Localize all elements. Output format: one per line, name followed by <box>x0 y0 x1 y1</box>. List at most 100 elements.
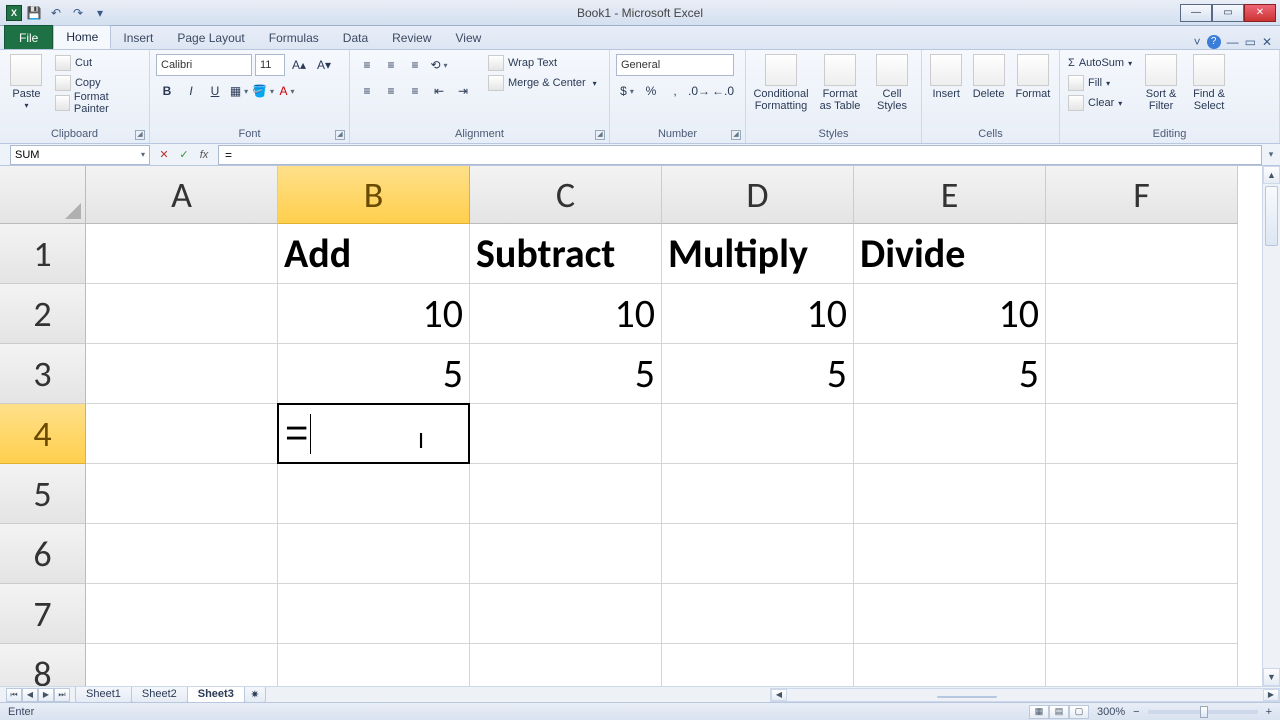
row-header-5[interactable]: 5 <box>0 464 86 524</box>
select-all-button[interactable] <box>0 166 86 224</box>
insert-function-button[interactable]: fx <box>196 147 212 163</box>
clear-button[interactable]: Clear▾ <box>1066 94 1134 112</box>
tab-insert[interactable]: Insert <box>111 27 165 49</box>
increase-font-icon[interactable]: A▴ <box>288 54 310 76</box>
cell-C1[interactable]: Subtract <box>470 224 662 284</box>
bold-button[interactable]: B <box>156 80 178 102</box>
cell-D5[interactable] <box>662 464 854 524</box>
zoom-out-button[interactable]: − <box>1133 706 1139 718</box>
tab-home[interactable]: Home <box>53 25 111 49</box>
cell-B5[interactable] <box>278 464 470 524</box>
column-header-B[interactable]: B <box>278 166 470 224</box>
align-bottom-icon[interactable]: ≡ <box>404 54 426 76</box>
tab-data[interactable]: Data <box>331 27 380 49</box>
align-center-icon[interactable]: ≡ <box>380 80 402 102</box>
format-as-table-button[interactable]: Format as Table <box>816 54 864 112</box>
cell-A3[interactable] <box>86 344 278 404</box>
percent-button[interactable]: % <box>640 80 662 102</box>
row-headers[interactable]: 12345678 <box>0 224 86 686</box>
find-select-button[interactable]: Find & Select <box>1188 54 1230 112</box>
tab-view[interactable]: View <box>444 27 494 49</box>
align-middle-icon[interactable]: ≡ <box>380 54 402 76</box>
expand-formula-bar-icon[interactable]: ▾ <box>1264 148 1278 162</box>
row-header-6[interactable]: 6 <box>0 524 86 584</box>
save-button[interactable]: 💾 <box>24 3 44 23</box>
cell-C5[interactable] <box>470 464 662 524</box>
cell-D6[interactable] <box>662 524 854 584</box>
normal-view-button[interactable]: ▦ <box>1029 705 1049 719</box>
row-header-1[interactable]: 1 <box>0 224 86 284</box>
tab-formulas[interactable]: Formulas <box>257 27 331 49</box>
font-dialog-launcher[interactable]: ◢ <box>335 130 345 140</box>
formula-input[interactable]: = <box>218 145 1262 165</box>
column-headers[interactable]: ABCDEF <box>86 166 1262 224</box>
cell-F4[interactable] <box>1046 404 1238 464</box>
cell-C8[interactable] <box>470 644 662 686</box>
cell-A1[interactable] <box>86 224 278 284</box>
cell-A7[interactable] <box>86 584 278 644</box>
cell-styles-button[interactable]: Cell Styles <box>870 54 914 112</box>
cell-A6[interactable] <box>86 524 278 584</box>
cell-F1[interactable] <box>1046 224 1238 284</box>
scroll-down-button[interactable]: ▼ <box>1263 668 1280 686</box>
row-header-2[interactable]: 2 <box>0 284 86 344</box>
next-sheet-button[interactable]: ▶ <box>38 688 54 702</box>
column-header-E[interactable]: E <box>854 166 1046 224</box>
cell-F8[interactable] <box>1046 644 1238 686</box>
paste-button[interactable]: Paste▾ <box>6 54 47 111</box>
cell-B7[interactable] <box>278 584 470 644</box>
cell-B1[interactable]: Add <box>278 224 470 284</box>
tab-review[interactable]: Review <box>380 27 443 49</box>
increase-decimal-icon[interactable]: .0→ <box>688 80 710 102</box>
cell-B3[interactable]: 5 <box>278 344 470 404</box>
row-header-4[interactable]: 4 <box>0 404 86 464</box>
cell-grid[interactable]: ABCDEF 12345678 AddSubtractMultiplyDivid… <box>0 166 1262 686</box>
column-header-F[interactable]: F <box>1046 166 1238 224</box>
workbook-close-icon[interactable]: ✕ <box>1262 35 1272 49</box>
cell-C6[interactable] <box>470 524 662 584</box>
vertical-scrollbar[interactable]: ▲ ▼ <box>1262 166 1280 686</box>
column-header-D[interactable]: D <box>662 166 854 224</box>
sheet-tab-sheet1[interactable]: Sheet1 <box>75 687 132 703</box>
conditional-formatting-button[interactable]: Conditional Formatting <box>752 54 810 112</box>
active-cell[interactable]: = <box>277 403 470 464</box>
hscroll-thumb[interactable] <box>937 696 997 698</box>
zoom-level[interactable]: 300% <box>1097 706 1125 718</box>
help-icon[interactable]: ? <box>1207 35 1221 49</box>
cell-D8[interactable] <box>662 644 854 686</box>
cell-B2[interactable]: 10 <box>278 284 470 344</box>
redo-button[interactable]: ↷ <box>68 3 88 23</box>
cell-E5[interactable] <box>854 464 1046 524</box>
align-right-icon[interactable]: ≡ <box>404 80 426 102</box>
cell-F2[interactable] <box>1046 284 1238 344</box>
cell-A4[interactable] <box>86 404 278 464</box>
cell-C2[interactable]: 10 <box>470 284 662 344</box>
cell-B8[interactable] <box>278 644 470 686</box>
tab-file[interactable]: File <box>4 25 53 49</box>
cell-E6[interactable] <box>854 524 1046 584</box>
border-button[interactable]: ▦ <box>228 80 250 102</box>
sheet-tab-sheet3[interactable]: Sheet3 <box>187 687 245 703</box>
customize-qat[interactable]: ▾ <box>90 3 110 23</box>
cell-F3[interactable] <box>1046 344 1238 404</box>
cell-C4[interactable] <box>470 404 662 464</box>
font-name-input[interactable] <box>156 54 252 76</box>
currency-button[interactable]: $ <box>616 80 638 102</box>
format-painter-button[interactable]: Format Painter <box>53 94 143 112</box>
zoom-slider-thumb[interactable] <box>1200 706 1208 718</box>
cell-F7[interactable] <box>1046 584 1238 644</box>
cell-D3[interactable]: 5 <box>662 344 854 404</box>
tab-page-layout[interactable]: Page Layout <box>165 27 256 49</box>
cell-B6[interactable] <box>278 524 470 584</box>
cell-D1[interactable]: Multiply <box>662 224 854 284</box>
zoom-slider[interactable] <box>1148 710 1258 714</box>
decrease-font-icon[interactable]: A▾ <box>313 54 335 76</box>
align-top-icon[interactable]: ≡ <box>356 54 378 76</box>
cell-D2[interactable]: 10 <box>662 284 854 344</box>
row-header-3[interactable]: 3 <box>0 344 86 404</box>
sheet-tab-sheet2[interactable]: Sheet2 <box>131 687 188 703</box>
row-header-8[interactable]: 8 <box>0 644 86 686</box>
horizontal-scrollbar[interactable]: ◀ ▶ <box>770 688 1280 702</box>
italic-button[interactable]: I <box>180 80 202 102</box>
cell-A5[interactable] <box>86 464 278 524</box>
